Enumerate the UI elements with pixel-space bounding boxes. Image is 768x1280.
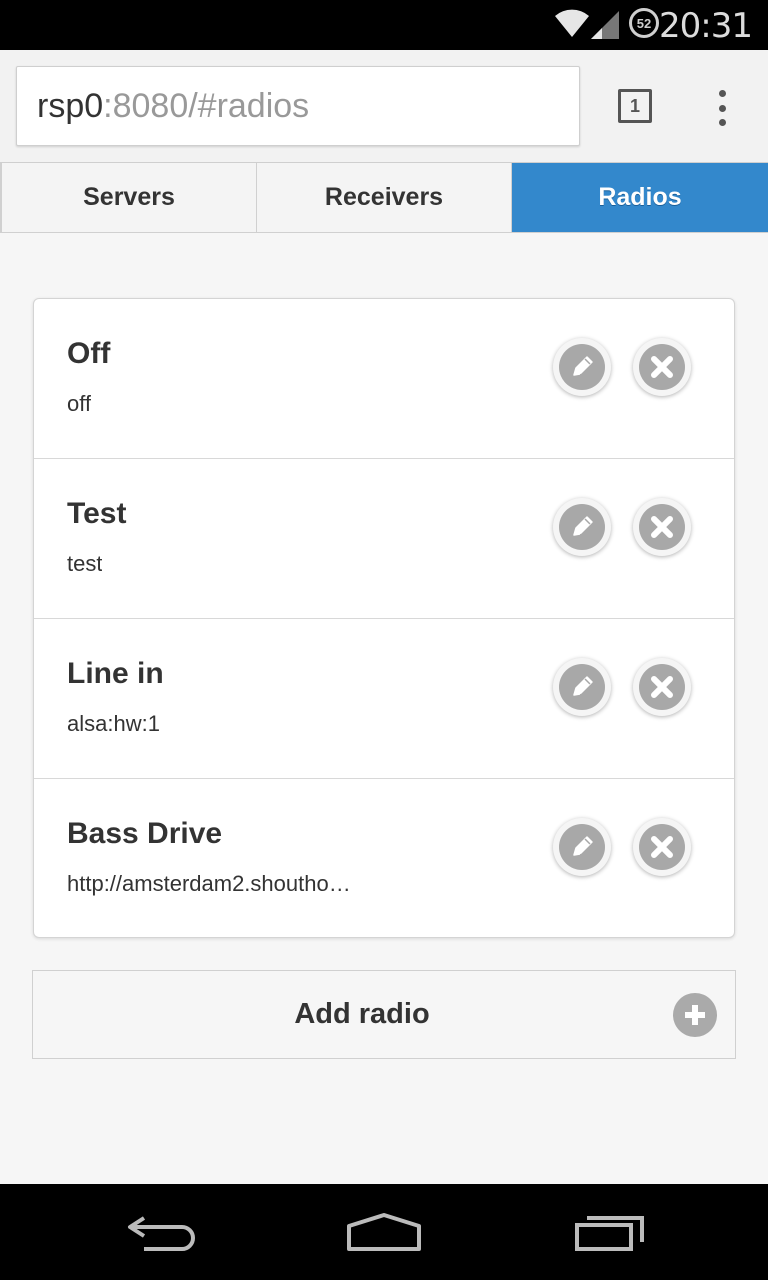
delete-button[interactable] [633, 818, 691, 876]
status-bar: 52 20:31 [0, 0, 768, 50]
delete-button[interactable] [633, 498, 691, 556]
pencil-icon [559, 664, 605, 710]
overflow-menu-icon[interactable] [712, 90, 732, 126]
pencil-icon [559, 504, 605, 550]
battery-level: 52 [636, 15, 652, 31]
edit-button[interactable] [553, 658, 611, 716]
browser-toolbar: rsp0:8080/#radios 1 [0, 50, 768, 163]
radio-address: off [67, 391, 92, 416]
tab-bar: Servers Receivers Radios [0, 163, 768, 233]
list-item[interactable]: Bass Drive http://amsterdam2.shoutho… [34, 779, 734, 937]
home-icon[interactable] [346, 1212, 422, 1252]
back-icon[interactable] [124, 1212, 196, 1252]
radio-name: Bass Drive [67, 817, 223, 850]
tab-count: 1 [629, 95, 640, 116]
add-radio-button[interactable]: Add radio [32, 970, 736, 1059]
wifi-icon [555, 9, 589, 37]
tab-radios[interactable]: Radios [512, 163, 768, 232]
close-icon [639, 344, 685, 390]
url-host: rsp0 [37, 86, 104, 125]
battery-icon: 52 [629, 8, 659, 38]
radio-name: Line in [67, 657, 164, 690]
radio-address: test [67, 551, 103, 576]
radio-list: Off off Test test Line in alsa:hw:1 Bass… [33, 298, 735, 938]
system-nav-bar [0, 1184, 768, 1280]
edit-button[interactable] [553, 338, 611, 396]
radio-address: alsa:hw:1 [67, 711, 160, 736]
radio-address: http://amsterdam2.shoutho… [67, 871, 351, 896]
close-icon [639, 824, 685, 870]
pencil-icon [559, 824, 605, 870]
radio-name: Test [67, 497, 127, 530]
pencil-icon [559, 344, 605, 390]
list-item[interactable]: Test test [34, 459, 734, 619]
tab-receivers[interactable]: Receivers [257, 163, 512, 232]
close-icon [639, 504, 685, 550]
cell-signal-icon [591, 11, 619, 39]
close-icon [639, 664, 685, 710]
delete-button[interactable] [633, 338, 691, 396]
delete-button[interactable] [633, 658, 691, 716]
url-path: :8080/#radios [103, 86, 310, 125]
tab-switcher-icon[interactable]: 1 [618, 89, 652, 123]
radio-name: Off [67, 337, 111, 370]
list-item[interactable]: Off off [34, 299, 734, 459]
plus-icon [673, 993, 717, 1037]
list-item[interactable]: Line in alsa:hw:1 [34, 619, 734, 779]
url-bar[interactable]: rsp0:8080/#radios [16, 66, 580, 146]
edit-button[interactable] [553, 818, 611, 876]
recent-apps-icon[interactable] [574, 1212, 646, 1252]
edit-button[interactable] [553, 498, 611, 556]
add-radio-label: Add radio [294, 998, 430, 1030]
clock: 20:31 [659, 6, 753, 46]
tab-servers[interactable]: Servers [0, 163, 257, 232]
